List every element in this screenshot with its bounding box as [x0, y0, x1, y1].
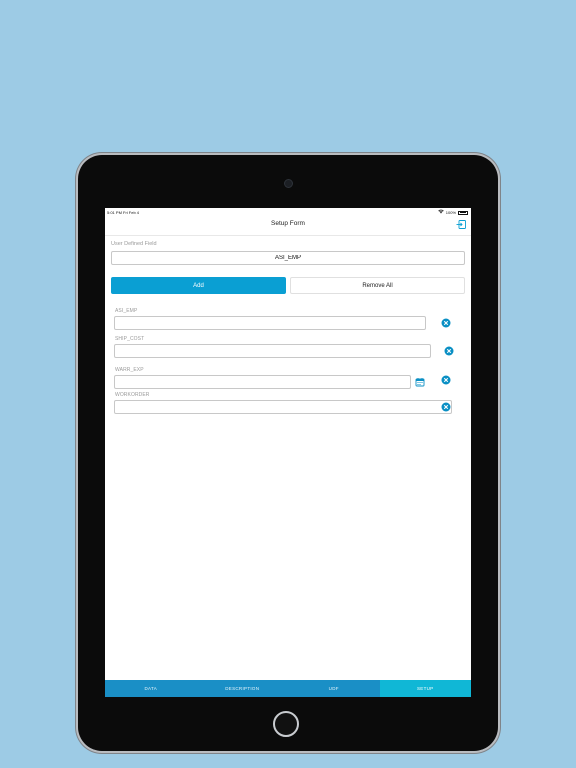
app-screen: 5:01 PM Fri Feb 4 100% Setup Form User D… [105, 208, 471, 697]
remove-all-button[interactable]: Remove All [290, 277, 465, 294]
calendar-icon[interactable] [415, 377, 425, 387]
status-time: 5:01 PM Fri Feb 4 [107, 210, 140, 215]
add-button[interactable]: Add [111, 277, 286, 294]
battery-percent: 100% [445, 210, 456, 215]
clear-icon[interactable] [441, 402, 451, 412]
tab-udf[interactable]: UDF [288, 680, 380, 697]
tablet-frame: 5:01 PM Fri Feb 4 100% Setup Form User D… [78, 155, 498, 751]
status-bar: 5:01 PM Fri Feb 4 100% [105, 208, 471, 216]
tab-bar: DATA DESCRIPTION UDF SETUP [105, 680, 471, 697]
field-label-ship-cost: SHIP_COST [115, 336, 145, 342]
clear-icon[interactable] [441, 375, 451, 385]
workorder-input[interactable] [114, 400, 452, 414]
home-button[interactable] [273, 711, 299, 737]
field-label-asi-emp: ASI_EMP [115, 308, 138, 314]
front-camera [284, 179, 293, 188]
field-label-workorder: WORKORDER [115, 392, 150, 398]
clear-icon[interactable] [444, 346, 454, 356]
tab-description[interactable]: DESCRIPTION [197, 680, 289, 697]
battery-icon [458, 210, 468, 215]
logout-icon[interactable] [456, 219, 467, 230]
clear-icon[interactable] [441, 318, 451, 328]
page-title: Setup Form [271, 220, 305, 227]
asi-emp-input[interactable] [114, 316, 426, 330]
field-label-warr-exp: WARR_EXP [115, 367, 144, 373]
status-indicators: 100% [437, 209, 468, 216]
wifi-icon [437, 209, 444, 216]
navigation-bar: Setup Form [105, 216, 471, 236]
ship-cost-input[interactable] [114, 344, 431, 358]
warr-exp-input[interactable] [114, 375, 411, 389]
tab-setup[interactable]: SETUP [379, 680, 471, 697]
tab-data[interactable]: DATA [105, 680, 197, 697]
udf-input[interactable] [111, 251, 465, 265]
udf-label: User Defined Field [111, 241, 157, 247]
